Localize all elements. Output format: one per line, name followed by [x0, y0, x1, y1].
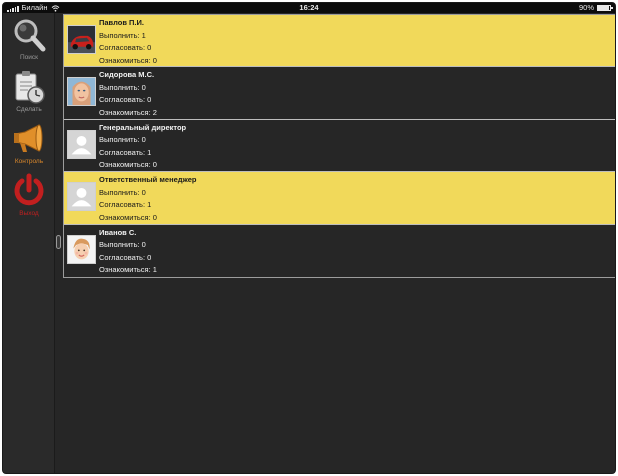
list-item[interactable]: Сидорова М.С. Выполнить: 0 Согласовать: …	[64, 67, 615, 120]
user-placeholder-icon	[68, 130, 95, 158]
execute-count: Выполнить: 0	[99, 187, 146, 197]
person-name: Сидорова М.С.	[99, 70, 155, 80]
sidebar-label-search: Поиск	[19, 54, 38, 61]
person-name: Генеральный директор	[99, 122, 187, 132]
avatar	[67, 234, 96, 264]
battery-icon	[597, 5, 613, 11]
row-text: Павлов П.И. Выполнить: 1 Согласовать: 0 …	[99, 17, 157, 67]
woman-photo-avatar	[68, 78, 95, 106]
approve-count: Согласовать: 0	[99, 95, 152, 105]
person-name: Павлов П.И.	[99, 18, 144, 27]
status-bar: Билайн 16:24 90%	[3, 3, 615, 13]
review-count: Ознакомиться: 0	[99, 160, 157, 170]
megaphone-icon	[14, 124, 43, 152]
power-icon	[14, 173, 44, 206]
status-right: 90%	[578, 3, 613, 13]
row-text: Ответственный менеджер Выполнить: 0 Согл…	[99, 174, 197, 224]
list-item[interactable]: Генеральный директор Выполнить: 0 Соглас…	[64, 120, 615, 173]
magnifier-icon	[14, 19, 46, 52]
sidebar-item-todo[interactable]: Сделать	[3, 69, 55, 113]
approve-count: Согласовать: 0	[99, 252, 152, 262]
people-list: Павлов П.И. Выполнить: 1 Согласовать: 0 …	[63, 14, 615, 278]
execute-count: Выполнить: 0	[99, 82, 146, 92]
battery-percent: 90%	[578, 3, 594, 12]
app-window: Билайн 16:24 90% Поиск Сделать Контроль …	[2, 2, 616, 474]
review-count: Ознакомиться: 2	[99, 107, 157, 117]
approve-count: Согласовать: 0	[99, 43, 152, 52]
execute-count: Выполнить: 0	[99, 240, 146, 250]
status-time: 16:24	[299, 3, 319, 12]
person-name: Ответственный менеджер	[99, 175, 197, 185]
row-text: Иванов С. Выполнить: 0 Согласовать: 0 Оз…	[99, 227, 157, 277]
list-item[interactable]: Павлов П.И. Выполнить: 1 Согласовать: 0 …	[64, 15, 615, 68]
person-name: Иванов С.	[99, 227, 137, 237]
sidebar-label-todo: Сделать	[16, 106, 42, 113]
execute-count: Выполнить: 0	[99, 135, 146, 145]
list-item[interactable]: Иванов С. Выполнить: 0 Согласовать: 0 Оз…	[64, 225, 615, 277]
car-photo-avatar	[68, 26, 95, 53]
row-text: Сидорова М.С. Выполнить: 0 Согласовать: …	[99, 69, 157, 119]
avatar	[67, 25, 96, 54]
sidebar-label-control: Контроль	[14, 158, 44, 165]
sidebar-item-search[interactable]: Поиск	[3, 17, 55, 61]
avatar	[67, 182, 96, 212]
sidebar-item-exit[interactable]: Выход	[3, 173, 55, 217]
avatar	[67, 77, 96, 107]
user-placeholder-icon	[68, 183, 95, 211]
sidebar-resize-handle[interactable]	[56, 235, 61, 249]
sidebar: Поиск Сделать Контроль Выход	[3, 13, 55, 473]
clipboard-clock-icon	[15, 71, 45, 104]
list-item[interactable]: Ответственный менеджер Выполнить: 0 Согл…	[64, 172, 615, 225]
approve-count: Согласовать: 1	[99, 147, 152, 157]
child-photo-avatar	[68, 235, 95, 263]
review-count: Ознакомиться: 0	[99, 212, 157, 222]
execute-count: Выполнить: 1	[99, 30, 146, 40]
review-count: Ознакомиться: 1	[99, 265, 157, 275]
approve-count: Согласовать: 1	[99, 200, 152, 210]
sidebar-item-control[interactable]: Контроль	[3, 121, 55, 165]
avatar	[67, 129, 96, 159]
review-count: Ознакомиться: 0	[99, 55, 157, 65]
row-text: Генеральный директор Выполнить: 0 Соглас…	[99, 122, 186, 172]
sidebar-label-exit: Выход	[19, 210, 39, 217]
